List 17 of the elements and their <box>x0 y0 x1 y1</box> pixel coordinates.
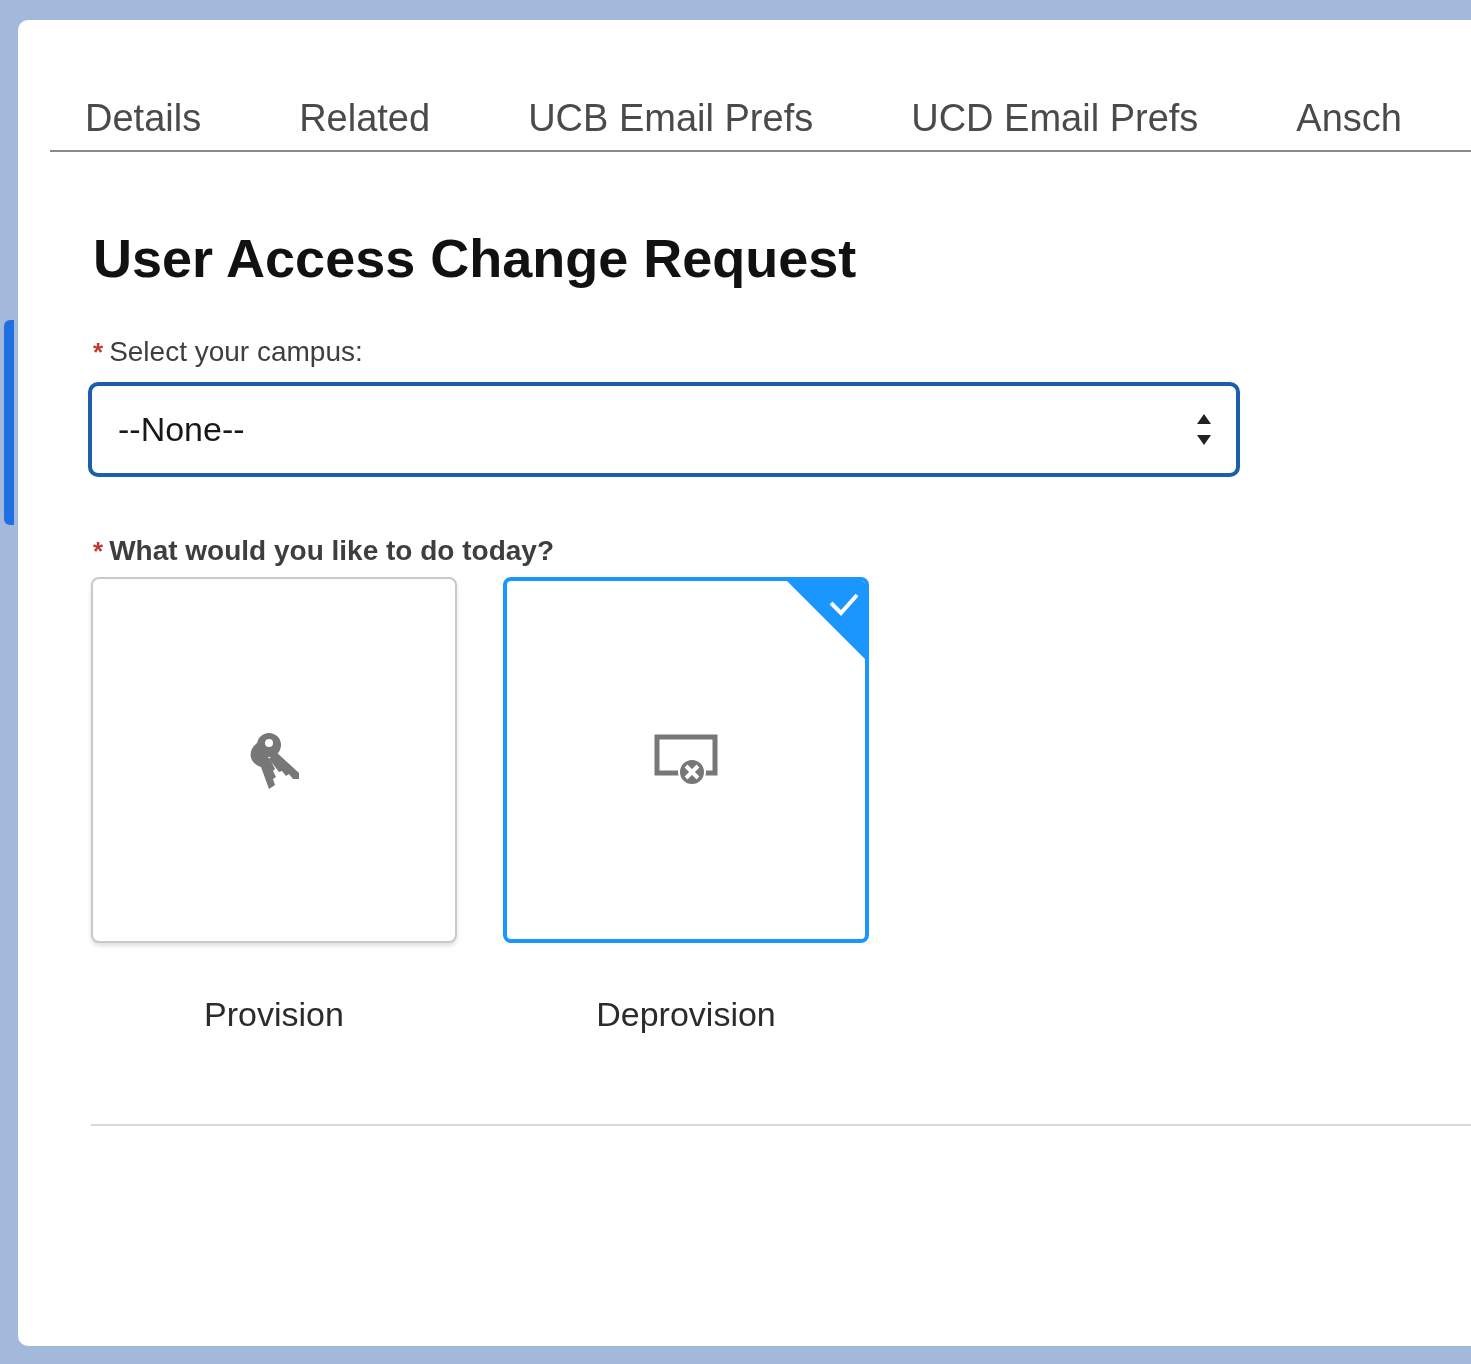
option-tile[interactable] <box>91 577 457 943</box>
option-label: Deprovision <box>596 995 776 1034</box>
tab[interactable]: Details <box>85 88 202 148</box>
option-tile[interactable] <box>503 577 869 943</box>
tab[interactable]: Ansch <box>1296 88 1402 148</box>
display-remove-icon <box>654 734 718 786</box>
field-label: Select your campus: <box>109 336 363 368</box>
required-mark: * <box>93 336 104 368</box>
tab[interactable]: UCB Email Prefs <box>528 88 814 148</box>
campus-select[interactable]: --None-- <box>88 382 1240 477</box>
side-panel-tab[interactable] <box>4 320 14 525</box>
page-title: User Access Change Request <box>93 227 858 290</box>
option-label: Provision <box>204 995 344 1034</box>
tab[interactable]: Related <box>299 88 431 148</box>
required-mark: * <box>93 535 104 567</box>
question-label: What would you like to do today? <box>109 535 554 567</box>
tab[interactable]: UCD Email Prefs <box>911 88 1199 148</box>
